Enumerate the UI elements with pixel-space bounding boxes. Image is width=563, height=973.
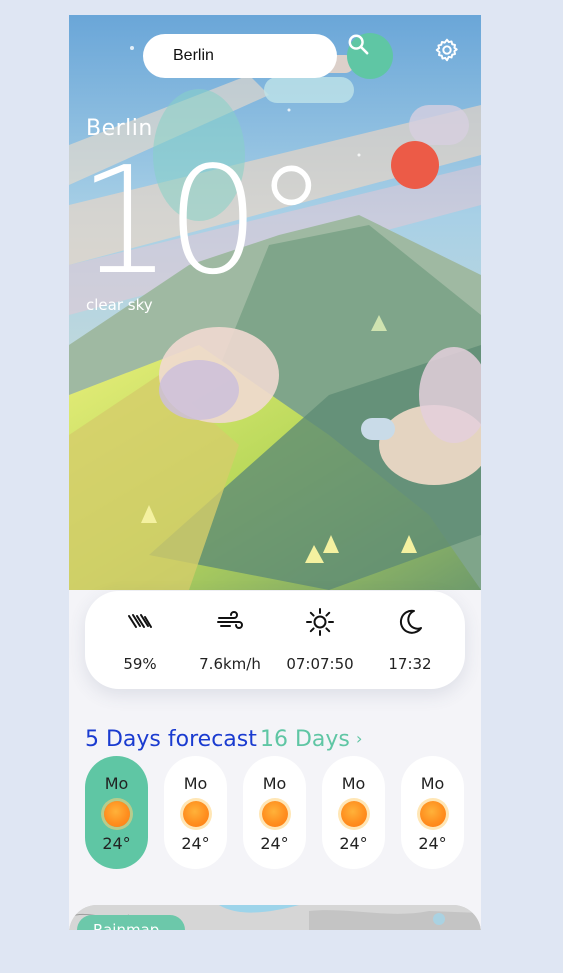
day-name: Mo <box>183 774 208 793</box>
day-name: Mo <box>262 774 287 793</box>
forecast-day[interactable]: Mo 24° <box>243 756 306 869</box>
humidity-stat: 59% <box>97 607 183 673</box>
moon-icon <box>399 609 422 634</box>
search-input[interactable]: Berlin <box>143 34 337 78</box>
sun-icon <box>340 801 367 827</box>
forecast-title: 5 Days forecast <box>85 727 257 752</box>
day-temp: 24° <box>260 834 289 853</box>
day-temp: 24° <box>418 834 447 853</box>
sun-icon <box>261 801 288 827</box>
sunset-stat: 17:32 <box>367 607 453 673</box>
sixteen-days-link[interactable]: 16 Days <box>260 727 350 752</box>
day-temp: 24° <box>102 834 131 853</box>
search-icon <box>348 34 369 55</box>
rain-icon <box>128 614 152 628</box>
wind-icon <box>217 611 243 629</box>
rainmap-label: Rainmap <box>77 915 185 930</box>
sun-icon <box>306 608 334 636</box>
sun-icon <box>419 801 446 827</box>
sunrise-value: 07:07:50 <box>286 655 354 673</box>
sun-icon <box>182 801 209 827</box>
day-name: Mo <box>420 774 445 793</box>
forecast-day[interactable]: Mo 24° <box>85 756 148 869</box>
rain-map[interactable]: Rainmap <box>69 905 481 930</box>
chevron-right-icon[interactable]: › <box>356 729 362 748</box>
day-name: Mo <box>341 774 366 793</box>
forecast-day[interactable]: Mo 24° <box>401 756 464 869</box>
gear-icon <box>435 38 458 62</box>
weather-illustration: Berlin Berlin 10° clear sky <box>69 15 481 590</box>
humidity-value: 59% <box>123 655 157 673</box>
day-name: Mo <box>104 774 129 793</box>
sun-icon <box>103 801 130 827</box>
search-input-value: Berlin <box>173 47 214 64</box>
day-temp: 24° <box>339 834 368 853</box>
day-temp: 24° <box>181 834 210 853</box>
sunrise-stat: 07:07:50 <box>277 607 363 673</box>
weather-condition: clear sky <box>86 296 153 314</box>
wind-value: 7.6km/h <box>199 655 261 673</box>
forecast-days: Mo 24° Mo 24° Mo 24° Mo 24° Mo 24° <box>85 756 481 870</box>
forecast-day[interactable]: Mo 24° <box>164 756 227 869</box>
weather-app: Berlin Berlin 10° clear sky 59% 7.6km/h … <box>69 15 481 930</box>
wind-stat: 7.6km/h <box>187 607 273 673</box>
sunset-value: 17:32 <box>388 655 432 673</box>
settings-button[interactable] <box>434 37 466 69</box>
forecast-day[interactable]: Mo 24° <box>322 756 385 869</box>
search-button[interactable] <box>347 33 393 79</box>
weather-stats-card: 59% 7.6km/h 07:07:50 17:32 <box>85 591 465 689</box>
current-temperature: 10° <box>78 135 328 307</box>
